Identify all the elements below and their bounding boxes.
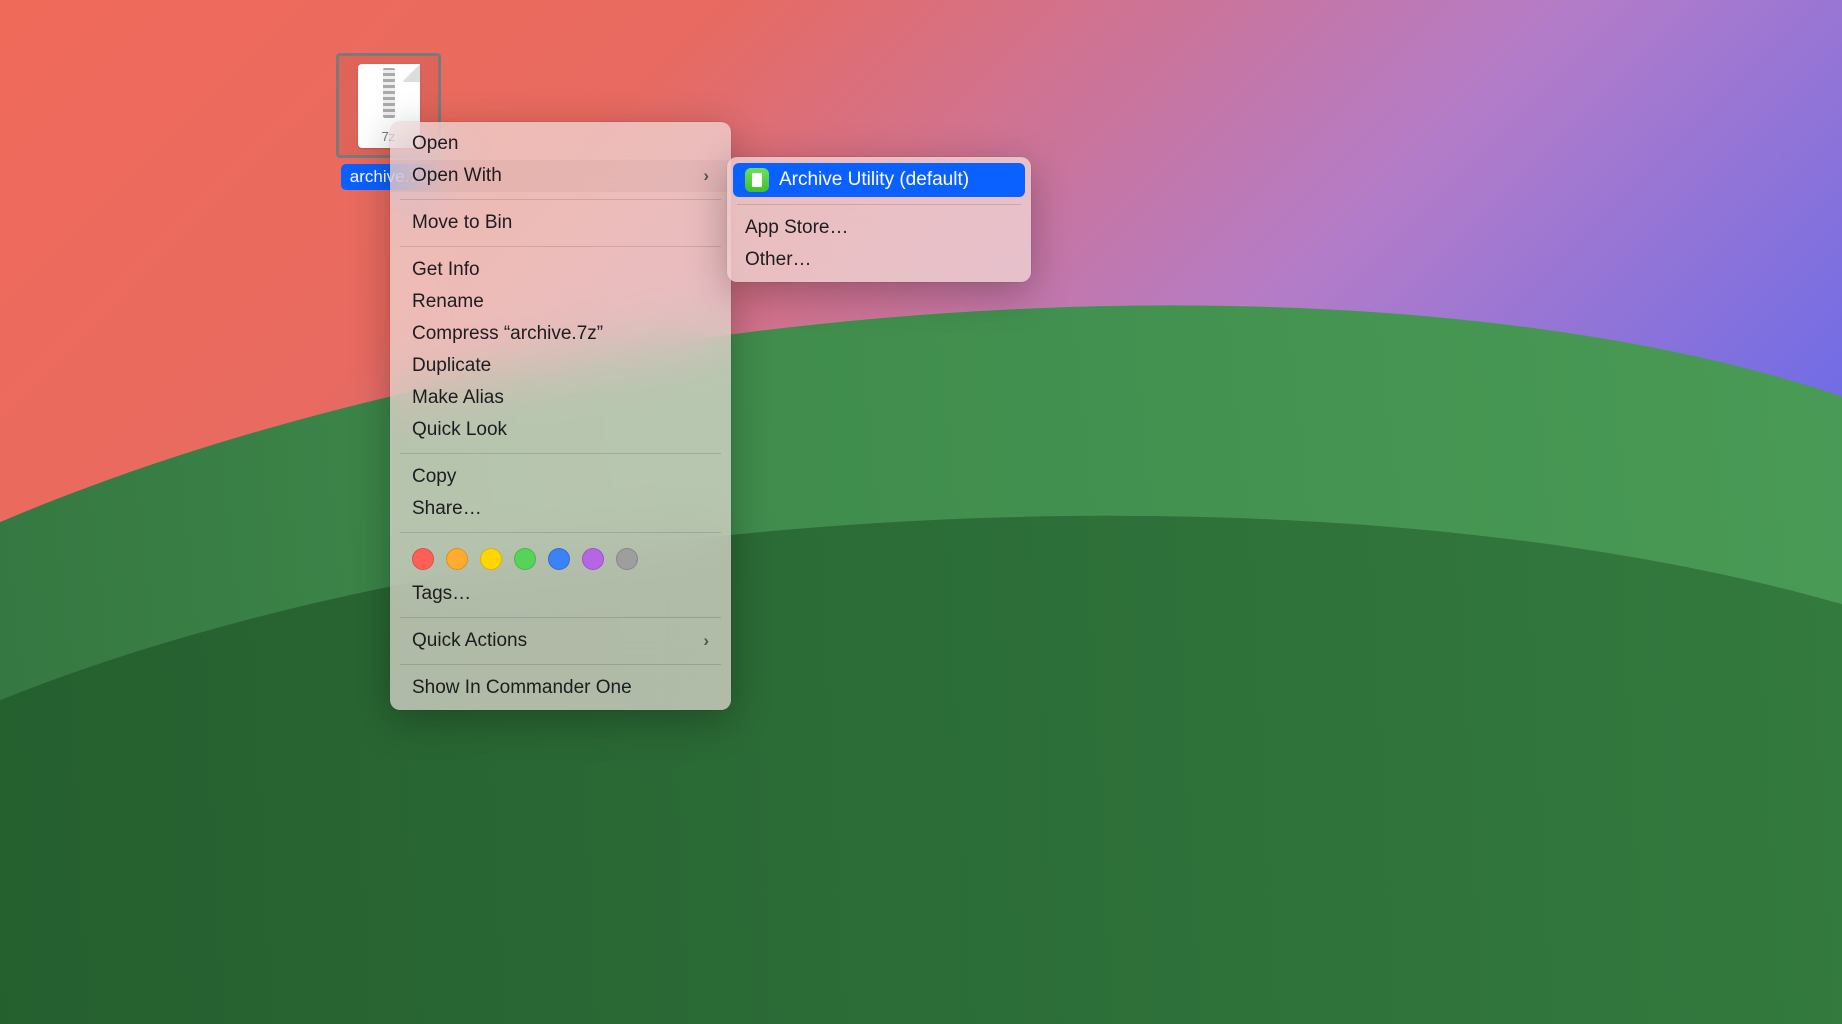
submenu-label: Other…: [745, 249, 812, 271]
menu-label: Copy: [412, 466, 456, 488]
menu-show-in-commander-one[interactable]: Show In Commander One: [390, 672, 731, 704]
menu-label: Open With: [412, 165, 502, 187]
tag-color-blue[interactable]: [548, 548, 570, 570]
menu-label: Compress “archive.7z”: [412, 323, 603, 345]
menu-quick-actions[interactable]: Quick Actions ›: [390, 625, 731, 657]
tag-color-red[interactable]: [412, 548, 434, 570]
menu-compress[interactable]: Compress “archive.7z”: [390, 318, 731, 350]
menu-label: Rename: [412, 291, 484, 313]
menu-label: Share…: [412, 498, 482, 520]
menu-separator: [400, 617, 721, 618]
chevron-right-icon: ›: [703, 631, 709, 651]
menu-rename[interactable]: Rename: [390, 286, 731, 318]
menu-label: Move to Bin: [412, 212, 512, 234]
desktop-wallpaper: [0, 0, 1842, 1024]
submenu-app-store[interactable]: App Store…: [733, 212, 1025, 244]
tag-color-yellow[interactable]: [480, 548, 502, 570]
menu-separator: [400, 664, 721, 665]
menu-get-info[interactable]: Get Info: [390, 254, 731, 286]
tag-color-purple[interactable]: [582, 548, 604, 570]
menu-open-with[interactable]: Open With ›: [390, 160, 731, 192]
menu-separator: [400, 532, 721, 533]
submenu-archive-utility[interactable]: Archive Utility (default): [733, 163, 1025, 197]
open-with-submenu: Archive Utility (default) App Store… Oth…: [727, 157, 1031, 282]
menu-quick-look[interactable]: Quick Look: [390, 414, 731, 446]
submenu-other[interactable]: Other…: [733, 244, 1025, 276]
menu-share[interactable]: Share…: [390, 493, 731, 525]
menu-make-alias[interactable]: Make Alias: [390, 382, 731, 414]
menu-label: Quick Look: [412, 419, 507, 441]
menu-open[interactable]: Open: [390, 128, 731, 160]
menu-label: Make Alias: [412, 387, 504, 409]
menu-separator: [400, 453, 721, 454]
menu-duplicate[interactable]: Duplicate: [390, 350, 731, 382]
context-menu: Open Open With › Move to Bin Get Info Re…: [390, 122, 731, 710]
menu-label: Quick Actions: [412, 630, 527, 652]
menu-separator: [737, 204, 1021, 205]
menu-tag-color-row: [390, 540, 731, 578]
tag-color-green[interactable]: [514, 548, 536, 570]
submenu-label: Archive Utility (default): [779, 169, 969, 191]
chevron-right-icon: ›: [703, 166, 709, 186]
menu-label: Show In Commander One: [412, 677, 632, 699]
menu-copy[interactable]: Copy: [390, 461, 731, 493]
submenu-label: App Store…: [745, 217, 849, 239]
tag-color-orange[interactable]: [446, 548, 468, 570]
menu-separator: [400, 199, 721, 200]
menu-move-to-bin[interactable]: Move to Bin: [390, 207, 731, 239]
menu-label: Duplicate: [412, 355, 491, 377]
archive-utility-icon: [745, 168, 769, 192]
menu-separator: [400, 246, 721, 247]
tag-color-gray[interactable]: [616, 548, 638, 570]
menu-tags[interactable]: Tags…: [390, 578, 731, 610]
menu-label: Open: [412, 133, 458, 155]
menu-label: Get Info: [412, 259, 480, 281]
menu-label: Tags…: [412, 583, 471, 605]
